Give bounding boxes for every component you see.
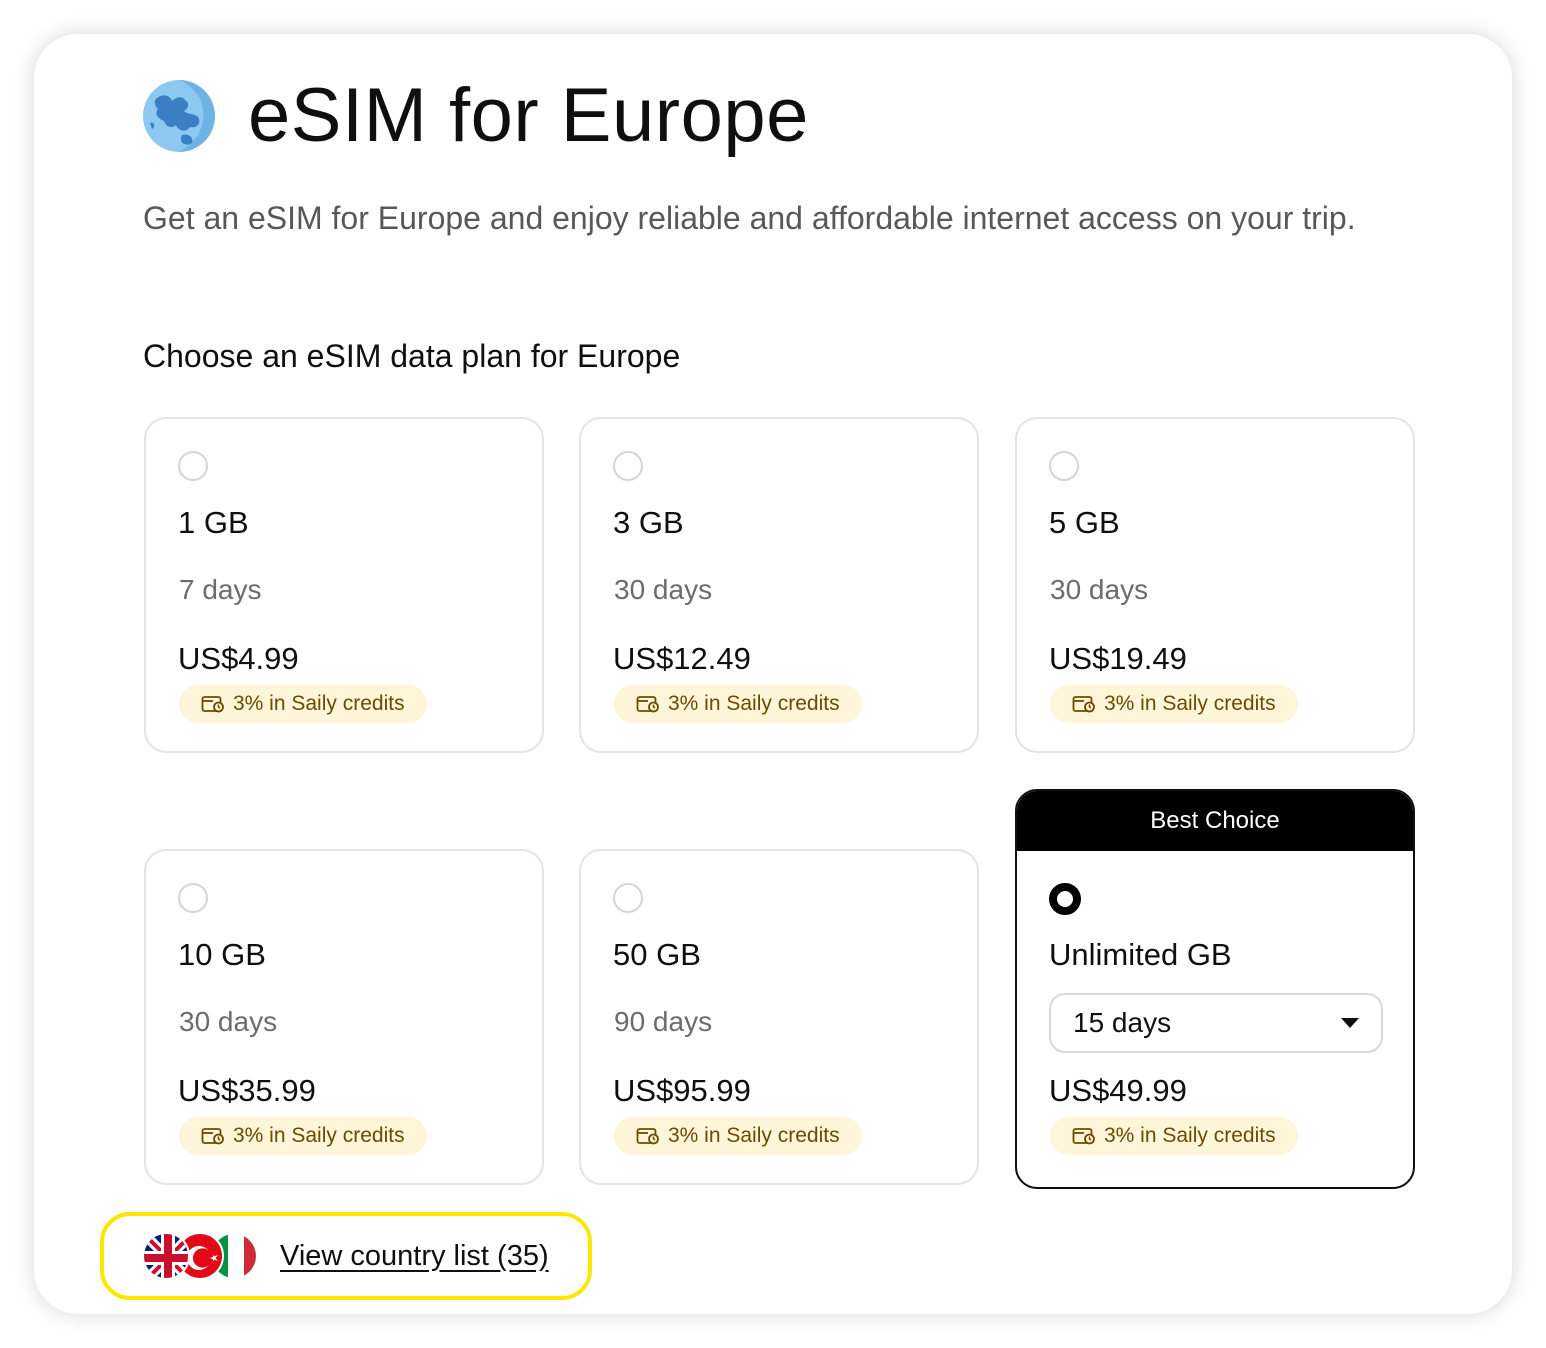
plan-price: US$35.99	[178, 1073, 316, 1108]
plan-duration: 30 days	[614, 574, 713, 605]
plan-price: US$19.49	[1049, 641, 1187, 676]
plan-card-10gb[interactable]: 10 GB 30 days US$35.99 3% in Saily credi…	[144, 849, 544, 1185]
wallet-refresh-icon	[1072, 1128, 1095, 1145]
duration-select[interactable]: 15 days	[1049, 993, 1383, 1053]
plan-radio[interactable]	[178, 451, 208, 481]
plan-radio[interactable]	[613, 451, 643, 481]
credits-badge: 3% in Saily credits	[614, 1117, 862, 1155]
plan-price: US$4.99	[178, 641, 299, 676]
wallet-refresh-icon	[201, 696, 224, 713]
wallet-refresh-icon	[201, 1128, 224, 1145]
credits-badge: 3% in Saily credits	[179, 1117, 427, 1155]
plan-card-3gb[interactable]: 3 GB 30 days US$12.49 3% in Saily credit…	[579, 417, 979, 753]
chevron-down-icon	[1341, 1018, 1359, 1028]
plan-card-unlimited[interactable]: Best Choice Unlimited GB 15 days US$49.9…	[1015, 789, 1415, 1189]
plan-price: US$12.49	[613, 641, 751, 676]
wallet-refresh-icon	[636, 1128, 659, 1145]
plan-card-5gb[interactable]: 5 GB 30 days US$19.49 3% in Saily credit…	[1015, 417, 1415, 753]
plan-card-1gb[interactable]: 1 GB 7 days US$4.99 3% in Saily credits	[144, 417, 544, 753]
plan-price: US$95.99	[613, 1073, 751, 1108]
plan-duration: 30 days	[179, 1006, 278, 1037]
credits-badge: 3% in Saily credits	[179, 685, 427, 723]
plan-data-amount: 3 GB	[613, 505, 684, 540]
plan-radio[interactable]	[1049, 451, 1079, 481]
plan-duration: 7 days	[179, 574, 262, 605]
plan-duration: 30 days	[1050, 574, 1149, 605]
plan-data-amount: Unlimited GB	[1049, 937, 1232, 972]
page-header: eSIM for Europe	[142, 78, 809, 154]
plan-data-amount: 1 GB	[178, 505, 249, 540]
credits-badge: 3% in Saily credits	[1050, 685, 1298, 723]
plans-section-title: Choose an eSIM data plan for Europe	[143, 338, 681, 374]
plan-duration: 90 days	[614, 1006, 713, 1037]
wallet-refresh-icon	[636, 696, 659, 713]
best-choice-badge: Best Choice	[1017, 791, 1413, 851]
plan-data-amount: 5 GB	[1049, 505, 1120, 540]
credits-label: 3% in Saily credits	[1104, 1124, 1276, 1147]
credits-badge: 3% in Saily credits	[614, 685, 862, 723]
page-title: eSIM for Europe	[248, 73, 809, 158]
page-subtitle: Get an eSIM for Europe and enjoy reliabl…	[143, 200, 1356, 236]
duration-select-value: 15 days	[1073, 1007, 1172, 1038]
plan-price: US$49.99	[1049, 1073, 1187, 1108]
plan-data-amount: 50 GB	[613, 937, 701, 972]
credits-label: 3% in Saily credits	[1104, 692, 1276, 715]
credits-label: 3% in Saily credits	[668, 692, 840, 715]
plan-data-amount: 10 GB	[178, 937, 266, 972]
view-country-list-link[interactable]: View country list (35)	[100, 1212, 592, 1300]
credits-badge: 3% in Saily credits	[1050, 1117, 1298, 1155]
uk-flag-icon	[142, 1232, 190, 1280]
wallet-refresh-icon	[1072, 696, 1095, 713]
credits-label: 3% in Saily credits	[233, 692, 405, 715]
plan-radio[interactable]	[613, 883, 643, 913]
plan-card-50gb[interactable]: 50 GB 90 days US$95.99 3% in Saily credi…	[579, 849, 979, 1185]
globe-europe-icon	[143, 80, 215, 152]
credits-label: 3% in Saily credits	[233, 1124, 405, 1147]
credits-label: 3% in Saily credits	[668, 1124, 840, 1147]
country-flags	[142, 1232, 260, 1280]
plan-radio[interactable]	[178, 883, 208, 913]
view-country-list-label[interactable]: View country list (35)	[280, 1240, 549, 1273]
plan-radio-selected[interactable]	[1049, 883, 1081, 915]
